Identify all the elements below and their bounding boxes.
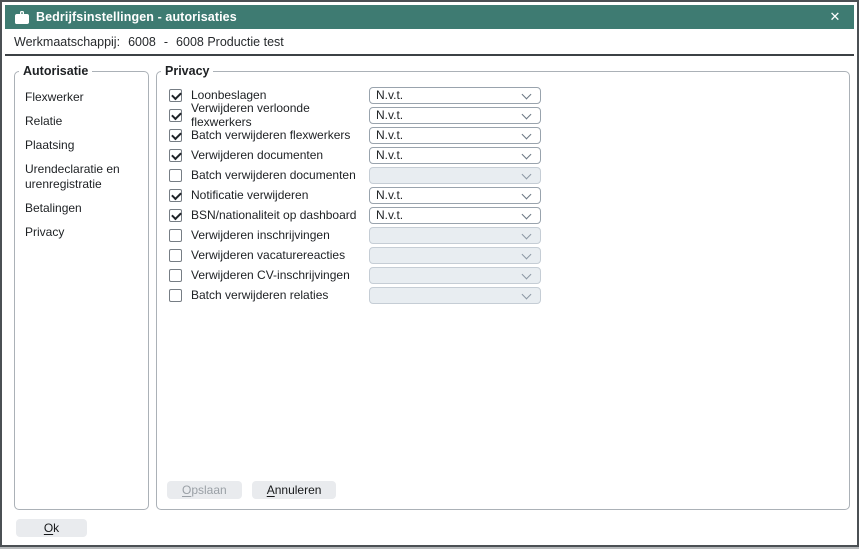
company-separator: - — [164, 35, 168, 49]
briefcase-icon — [15, 11, 29, 24]
checkbox-unchecked[interactable] — [169, 229, 182, 242]
privacy-row: Verwijderen vacaturereacties — [169, 245, 849, 265]
chevron-down-icon — [520, 150, 534, 160]
dropdown-select[interactable] — [369, 287, 541, 304]
privacy-option-label: Verwijderen inschrijvingen — [191, 228, 369, 242]
dropdown-value: N.v.t. — [376, 188, 403, 202]
company-name: 6008 Productie test — [176, 35, 284, 49]
chevron-down-icon — [520, 130, 534, 140]
checkbox-unchecked[interactable] — [169, 249, 182, 262]
dropdown-value: N.v.t. — [376, 148, 403, 162]
autorisatie-legend: Autorisatie — [19, 64, 92, 78]
privacy-row: Batch verwijderen flexwerkers N.v.t. — [169, 125, 849, 145]
chevron-down-icon — [520, 210, 534, 220]
chevron-down-icon — [520, 110, 534, 120]
checkbox-unchecked[interactable] — [169, 289, 182, 302]
checkbox-checked[interactable] — [169, 149, 182, 162]
sidebar-item-relatie[interactable]: Relatie — [25, 109, 131, 133]
privacy-option-label: Notificatie verwijderen — [191, 188, 369, 202]
dropdown-select[interactable]: N.v.t. — [369, 187, 541, 204]
privacy-row: BSN/nationaliteit op dashboard N.v.t. — [169, 205, 849, 225]
save-button[interactable]: Opslaan — [167, 481, 242, 499]
privacy-rows: LoonbeslagenN.v.t.Verwijderen verloonde … — [157, 78, 849, 305]
checkbox-checked[interactable] — [169, 129, 182, 142]
sidebar-item-plaatsing[interactable]: Plaatsing — [25, 133, 131, 157]
privacy-option-label: Verwijderen documenten — [191, 148, 369, 162]
dialog-window: Bedrijfsinstellingen - autorisaties ✕ We… — [0, 0, 859, 547]
checkbox-checked[interactable] — [169, 209, 182, 222]
company-bar: Werkmaatschappij: 6008 - 6008 Productie … — [5, 29, 854, 56]
chevron-down-icon — [520, 270, 534, 280]
chevron-down-icon — [520, 230, 534, 240]
dropdown-select[interactable]: N.v.t. — [369, 87, 541, 104]
chevron-down-icon — [520, 90, 534, 100]
chevron-down-icon — [520, 290, 534, 300]
privacy-option-label: Verwijderen vacaturereacties — [191, 248, 369, 262]
ok-button[interactable]: Ok — [16, 519, 87, 537]
cancel-button[interactable]: Annuleren — [252, 481, 337, 499]
sidebar-item-urendeclaratie-en-urenregistratie[interactable]: Urendeclaratie en urenregistratie — [25, 157, 131, 196]
privacy-row: Batch verwijderen relaties — [169, 285, 849, 305]
title-bar: Bedrijfsinstellingen - autorisaties ✕ — [5, 5, 854, 29]
sidebar-item-privacy[interactable]: Privacy — [25, 220, 131, 244]
privacy-option-label: Batch verwijderen documenten — [191, 168, 369, 182]
button-row: Opslaan Annuleren — [157, 481, 849, 509]
dropdown-value: N.v.t. — [376, 208, 403, 222]
checkbox-unchecked[interactable] — [169, 269, 182, 282]
autorisatie-list: FlexwerkerRelatiePlaatsingUrendeclaratie… — [15, 78, 148, 244]
privacy-row: Verwijderen documenten N.v.t. — [169, 145, 849, 165]
privacy-option-label: Verwijderen verloonde flexwerkers — [191, 101, 369, 129]
privacy-row: Batch verwijderen documenten — [169, 165, 849, 185]
chevron-down-icon — [520, 170, 534, 180]
sidebar-item-betalingen[interactable]: Betalingen — [25, 196, 131, 220]
privacy-row: Verwijderen verloonde flexwerkersN.v.t. — [169, 105, 849, 125]
dropdown-select[interactable]: N.v.t. — [369, 207, 541, 224]
autorisatie-group: Autorisatie FlexwerkerRelatiePlaatsingUr… — [14, 64, 149, 510]
privacy-option-label: Loonbeslagen — [191, 88, 369, 102]
dropdown-select[interactable] — [369, 267, 541, 284]
privacy-row: Verwijderen inschrijvingen — [169, 225, 849, 245]
close-icon[interactable]: ✕ — [826, 5, 844, 29]
privacy-option-label: Batch verwijderen relaties — [191, 288, 369, 302]
checkbox-checked[interactable] — [169, 189, 182, 202]
privacy-group: Privacy LoonbeslagenN.v.t.Verwijderen ve… — [156, 64, 850, 510]
company-code: 6008 — [128, 35, 156, 49]
dropdown-select[interactable] — [369, 247, 541, 264]
checkbox-checked[interactable] — [169, 109, 182, 122]
privacy-row: Verwijderen CV-inschrijvingen — [169, 265, 849, 285]
dropdown-select[interactable]: N.v.t. — [369, 147, 541, 164]
sidebar-item-flexwerker[interactable]: Flexwerker — [25, 85, 131, 109]
chevron-down-icon — [520, 250, 534, 260]
dropdown-select[interactable]: N.v.t. — [369, 107, 541, 124]
privacy-option-label: BSN/nationaliteit op dashboard — [191, 208, 369, 222]
checkbox-checked[interactable] — [169, 89, 182, 102]
dropdown-select[interactable] — [369, 227, 541, 244]
dropdown-value: N.v.t. — [376, 88, 403, 102]
company-label: Werkmaatschappij: — [14, 35, 120, 49]
privacy-option-label: Batch verwijderen flexwerkers — [191, 128, 369, 142]
privacy-row: Notificatie verwijderen N.v.t. — [169, 185, 849, 205]
checkbox-unchecked[interactable] — [169, 169, 182, 182]
dropdown-value: N.v.t. — [376, 108, 403, 122]
privacy-legend: Privacy — [161, 64, 213, 78]
window-title: Bedrijfsinstellingen - autorisaties — [36, 10, 237, 24]
content-area: Autorisatie FlexwerkerRelatiePlaatsingUr… — [5, 56, 854, 510]
dropdown-select[interactable] — [369, 167, 541, 184]
chevron-down-icon — [520, 190, 534, 200]
dropdown-select[interactable]: N.v.t. — [369, 127, 541, 144]
dropdown-value: N.v.t. — [376, 128, 403, 142]
privacy-option-label: Verwijderen CV-inschrijvingen — [191, 268, 369, 282]
